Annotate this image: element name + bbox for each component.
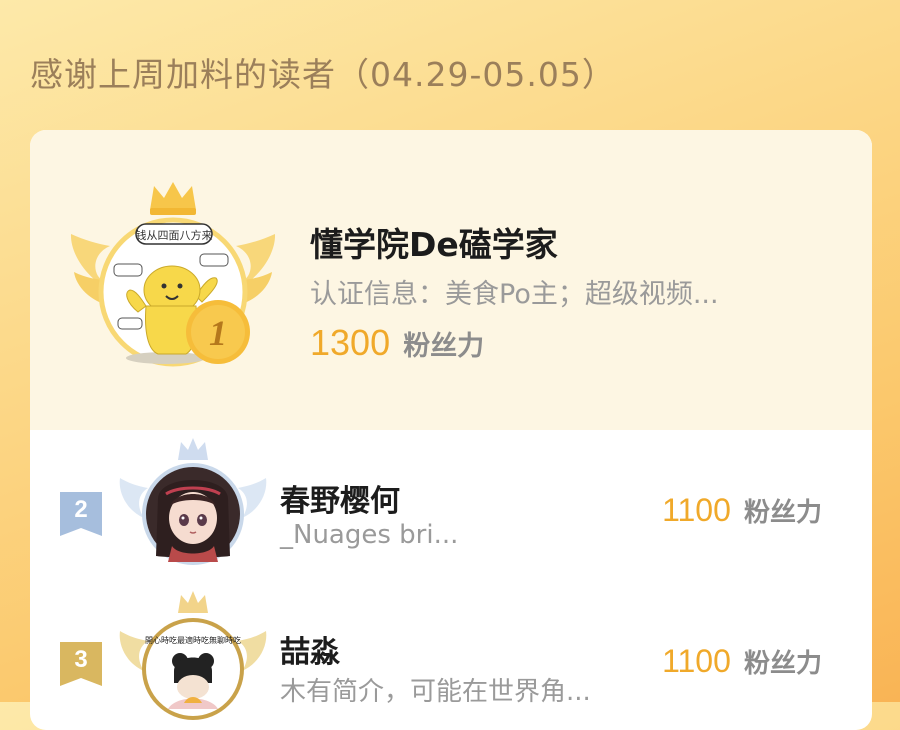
reader-description: 木有简介，可能在世界角... xyxy=(280,677,591,707)
crown-icon xyxy=(178,438,208,460)
crown-icon xyxy=(178,591,208,613)
score-unit: 粉丝力 xyxy=(743,498,822,528)
top-reader-name: 懂学院De磕学家 xyxy=(310,225,558,264)
crown-icon xyxy=(150,182,196,215)
reader-score: 1100 粉丝力 xyxy=(662,492,822,529)
svg-text:钱从四面八方来: 钱从四面八方来 xyxy=(136,228,213,242)
score-unit: 粉丝力 xyxy=(743,649,822,679)
reader-name: 喆淼 xyxy=(280,635,340,670)
top-reader-description: 认证信息：美食Po主；超级视频... xyxy=(310,279,719,310)
score-value: 1100 xyxy=(662,492,731,528)
reader-score: 1100 粉丝力 xyxy=(662,643,822,680)
score-value: 1100 xyxy=(662,643,731,679)
svg-text:開心時吃最適時吃無聊時吃: 開心時吃最適時吃無聊時吃 xyxy=(145,635,241,645)
reader-avatar-2[interactable] xyxy=(118,438,268,568)
score-value: 1300 xyxy=(310,322,391,363)
top-reader-section[interactable]: 钱从四面八方来 1 懂学院De磕学家 认证信息：美食Po主；超级视频... 13… xyxy=(30,130,872,430)
reader-description: _Nuages bri... xyxy=(280,520,459,550)
rank-tag-3: 3 xyxy=(60,642,102,686)
svg-text:1: 1 xyxy=(209,313,227,353)
top-reader-avatar[interactable]: 钱从四面八方来 1 xyxy=(68,182,278,372)
reader-ranking-card: 钱从四面八方来 1 懂学院De磕学家 认证信息：美食Po主；超级视频... 13… xyxy=(30,130,872,730)
rank-tag-2: 2 xyxy=(60,492,102,536)
page-title: 感谢上周加料的读者（04.29-05.05） xyxy=(30,55,616,94)
reader-name: 春野樱何 xyxy=(280,484,400,519)
top-reader-score: 1300 粉丝力 xyxy=(310,322,484,364)
reader-row-3[interactable]: 3 開心時吃最適時吃無聊時吃 喆淼 木有简介，可能在世界角... 1100 粉丝… xyxy=(30,585,872,730)
score-unit: 粉丝力 xyxy=(403,330,485,362)
reader-row-2[interactable]: 2 春野樱何 _Nuages bri... 1100 粉丝力 xyxy=(30,430,872,580)
